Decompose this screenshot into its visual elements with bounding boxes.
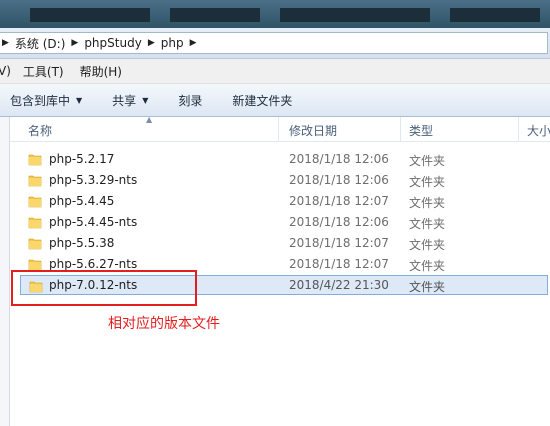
include-in-library-button[interactable]: 包含到库中 ▼ — [10, 92, 82, 109]
highlight-annotation-box — [11, 270, 197, 306]
command-toolbar: 包含到库中 ▼ 共享 ▼ 刻录 新建文件夹 — [0, 84, 550, 117]
file-name: php-5.4.45-nts — [49, 215, 138, 229]
column-divider[interactable] — [518, 117, 519, 141]
file-type: 文件夹 — [409, 259, 446, 273]
file-row[interactable]: php-5.3.29-nts 2018/1/18 12:06 文件夹 — [20, 170, 550, 190]
file-name: php-5.5.38 — [49, 236, 115, 250]
annotation-text: 相对应的版本文件 — [108, 316, 220, 332]
include-library-label: 包含到库中 — [10, 93, 71, 108]
file-row[interactable]: php-5.5.38 2018/1/18 12:07 文件夹 — [20, 233, 550, 253]
share-label: 共享 — [112, 93, 137, 108]
chevron-right-icon[interactable]: ▶ — [190, 38, 197, 48]
file-date: 2018/1/18 12:07 — [289, 236, 389, 250]
file-name: php-5.6.27-nts — [49, 257, 138, 271]
column-name-header[interactable]: 名称 — [28, 122, 52, 139]
folder-icon — [28, 217, 42, 229]
file-date: 2018/1/18 12:06 — [289, 152, 389, 166]
file-row[interactable]: php-5.2.17 2018/1/18 12:06 文件夹 — [20, 149, 550, 169]
folder-icon — [28, 238, 42, 250]
address-breadcrumb[interactable]: ▶ 系统 (D:) ▶ phpStudy ▶ php ▶ — [0, 32, 548, 54]
column-divider[interactable] — [400, 117, 401, 141]
menu-bar: V) 工具(T) 帮助(H) — [0, 59, 550, 84]
folder-icon — [28, 196, 42, 208]
crumb-drive[interactable]: 系统 (D:) — [15, 35, 65, 52]
file-row[interactable]: php-5.4.45-nts 2018/1/18 12:06 文件夹 — [20, 212, 550, 232]
file-date: 2018/1/18 12:06 — [289, 173, 389, 187]
window-title-bar — [0, 0, 550, 28]
title-bar-blur — [30, 8, 150, 22]
folder-icon — [28, 175, 42, 187]
file-date: 2018/1/18 12:07 — [289, 194, 389, 208]
folder-icon — [28, 259, 42, 271]
file-date: 2018/1/18 12:07 — [289, 257, 389, 271]
file-type: 文件夹 — [409, 238, 446, 252]
title-bar-blur — [280, 8, 430, 22]
file-date: 2018/1/18 12:06 — [289, 215, 389, 229]
crumb-phpstudy[interactable]: phpStudy — [84, 36, 142, 50]
column-type-header[interactable]: 类型 — [409, 122, 433, 139]
new-folder-button[interactable]: 新建文件夹 — [232, 92, 292, 109]
chevron-right-icon[interactable]: ▶ — [148, 38, 155, 48]
column-divider[interactable] — [278, 117, 279, 141]
title-bar-blur — [450, 8, 540, 22]
column-header-row: ▲ 名称 修改日期 类型 大小 — [10, 115, 550, 142]
chevron-right-icon[interactable]: ▶ — [71, 38, 78, 48]
menu-help[interactable]: 帮助(H) — [80, 63, 122, 80]
sort-ascending-icon: ▲ — [146, 115, 153, 124]
title-bar-blur — [170, 8, 260, 22]
new-folder-label: 新建文件夹 — [232, 93, 293, 108]
dropdown-arrow-icon: ▼ — [76, 95, 83, 105]
burn-button[interactable]: 刻录 — [178, 92, 202, 109]
dropdown-arrow-icon: ▼ — [142, 95, 149, 105]
file-name: php-5.4.45 — [49, 194, 115, 208]
file-type: 文件夹 — [409, 280, 446, 294]
file-name: php-5.3.29-nts — [49, 173, 138, 187]
column-date-header[interactable]: 修改日期 — [289, 122, 337, 139]
menu-view[interactable]: V) — [0, 64, 11, 78]
address-bar: ▶ 系统 (D:) ▶ phpStudy ▶ php ▶ — [0, 28, 550, 59]
chevron-right-icon[interactable]: ▶ — [2, 38, 9, 48]
crumb-php[interactable]: php — [161, 36, 184, 50]
file-type: 文件夹 — [409, 217, 446, 231]
file-type: 文件夹 — [409, 154, 446, 168]
navigation-pane-edge — [0, 117, 9, 426]
burn-label: 刻录 — [178, 93, 203, 108]
share-button[interactable]: 共享 ▼ — [112, 92, 148, 109]
column-size-header[interactable]: 大小 — [527, 122, 550, 139]
file-date: 2018/4/22 21:30 — [289, 278, 389, 292]
file-row[interactable]: php-5.4.45 2018/1/18 12:07 文件夹 — [20, 191, 550, 211]
file-type: 文件夹 — [409, 196, 446, 210]
file-type: 文件夹 — [409, 175, 446, 189]
folder-icon — [28, 154, 42, 166]
file-name: php-5.2.17 — [49, 152, 115, 166]
menu-tools[interactable]: 工具(T) — [23, 63, 64, 80]
